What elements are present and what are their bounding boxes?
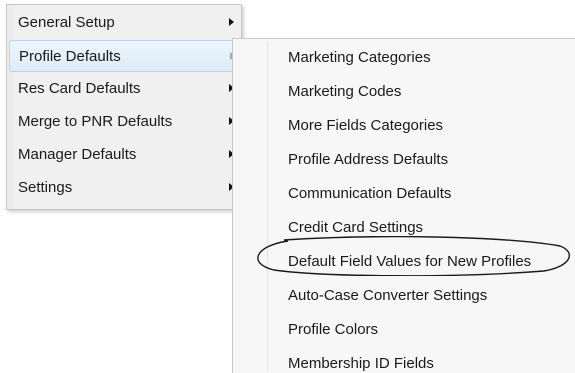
menu-item-general-setup[interactable]: General Setup: [9, 7, 239, 39]
menu-item-manager-defaults[interactable]: Manager Defaults: [9, 139, 239, 171]
submenu-item-marketing-codes[interactable]: Marketing Codes: [235, 74, 575, 108]
submenu-item-membership-id-fields[interactable]: Membership ID Fields: [235, 346, 575, 373]
profile-defaults-submenu: Marketing Categories Marketing Codes Mor…: [232, 38, 575, 373]
submenu-item-profile-address-defaults[interactable]: Profile Address Defaults: [235, 142, 575, 176]
submenu-arrow-icon: [229, 18, 234, 26]
submenu-item-default-field-values[interactable]: Default Field Values for New Profiles: [235, 244, 575, 278]
submenu-item-label: Membership ID Fields: [288, 355, 434, 372]
menu-item-label: Profile Defaults: [19, 48, 121, 65]
menu-item-label: Settings: [18, 179, 73, 196]
submenu-item-label: Default Field Values for New Profiles: [288, 253, 532, 270]
menu-item-label: Res Card Defaults: [18, 80, 141, 97]
submenu-item-label: Marketing Codes: [288, 83, 402, 100]
submenu-item-communication-defaults[interactable]: Communication Defaults: [235, 176, 575, 210]
submenu-item-label: More Fields Categories: [288, 117, 444, 134]
menu-item-merge-to-pnr-defaults[interactable]: Merge to PNR Defaults: [9, 106, 239, 138]
submenu-item-auto-case-converter-settings[interactable]: Auto-Case Converter Settings: [235, 278, 575, 312]
submenu-item-label: Auto-Case Converter Settings: [288, 287, 488, 304]
menu-item-settings[interactable]: Settings: [9, 172, 239, 204]
submenu-item-profile-colors[interactable]: Profile Colors: [235, 312, 575, 346]
menu-item-label: Merge to PNR Defaults: [18, 113, 173, 130]
submenu-item-label: Credit Card Settings: [288, 219, 424, 236]
submenu-item-more-fields-categories[interactable]: More Fields Categories: [235, 108, 575, 142]
menu-item-label: General Setup: [18, 14, 115, 31]
menu-item-label: Manager Defaults: [18, 146, 137, 163]
submenu-item-label: Profile Colors: [288, 321, 379, 338]
submenu-item-label: Profile Address Defaults: [288, 151, 449, 168]
menu-item-profile-defaults[interactable]: Profile Defaults: [9, 40, 239, 72]
submenu-item-label: Marketing Categories: [288, 49, 431, 66]
submenu-item-credit-card-settings[interactable]: Credit Card Settings: [235, 210, 575, 244]
menu-item-res-card-defaults[interactable]: Res Card Defaults: [9, 73, 239, 105]
submenu-item-label: Communication Defaults: [288, 185, 452, 202]
screenshot-stage: General Setup Profile Defaults Res Card …: [0, 0, 575, 373]
submenu-item-marketing-categories[interactable]: Marketing Categories: [235, 40, 575, 74]
main-context-menu: General Setup Profile Defaults Res Card …: [6, 4, 242, 210]
